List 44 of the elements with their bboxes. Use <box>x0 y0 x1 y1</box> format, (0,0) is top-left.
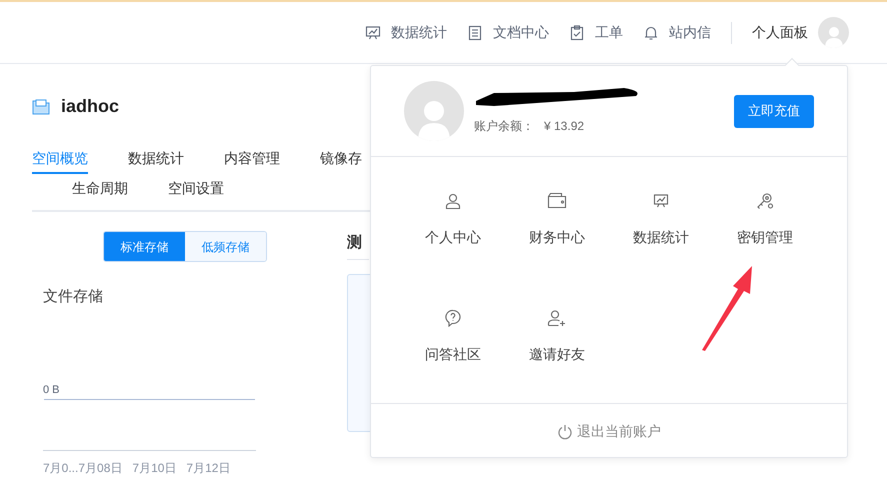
tab[interactable]: 空间概览 <box>32 144 88 174</box>
bucket-title: iadhoc <box>61 94 120 118</box>
nav-link[interactable]: 数据统计 <box>365 22 447 43</box>
user-menu[interactable]: 个人面板 <box>752 22 808 43</box>
axis-label: 7月08日 <box>78 460 122 476</box>
user-icon <box>444 192 462 210</box>
power-icon <box>557 424 573 440</box>
avatar-icon[interactable] <box>818 17 849 48</box>
axis-label: 7月12日 <box>186 460 230 476</box>
nav-link[interactable]: 站内信 <box>643 22 711 43</box>
axis-label: 0 B <box>43 382 60 398</box>
toggle-button[interactable]: 低频存储 <box>185 232 266 261</box>
chart-icon <box>365 24 381 40</box>
bell-icon <box>643 24 659 40</box>
nav-link[interactable]: 工单 <box>569 22 623 43</box>
balance-value: ¥ 13.92 <box>544 118 584 135</box>
recharge-button[interactable]: 立即充值 <box>734 94 814 128</box>
menu-item[interactable]: 问答社区 <box>401 308 505 388</box>
menu-item[interactable]: 财务中心 <box>505 191 609 271</box>
tab[interactable]: 内容管理 <box>224 144 280 174</box>
question-icon <box>444 309 462 327</box>
axis-label: 7月0... <box>43 460 78 476</box>
toggle-button[interactable]: 标准存储 <box>104 232 185 261</box>
tab[interactable]: 数据统计 <box>128 144 184 174</box>
axis-label: 7月10日 <box>132 460 176 476</box>
tab[interactable]: 生命周期 <box>72 174 128 204</box>
section-title: 文件存储 <box>43 287 104 307</box>
tab[interactable]: 空间设置 <box>168 174 224 204</box>
menu-item[interactable]: 个人中心 <box>401 191 505 271</box>
chart-icon <box>653 193 669 209</box>
menu-item[interactable]: 数据统计 <box>609 191 713 271</box>
balance-label: 账户余额： <box>474 118 534 135</box>
panel-title: 测 <box>347 232 369 260</box>
document-icon <box>467 24 483 40</box>
menu-item[interactable]: 邀请好友 <box>505 308 609 388</box>
logout-button[interactable]: 退出当前账户 <box>557 421 661 442</box>
clipboard-icon <box>569 24 585 40</box>
add-user-icon <box>547 309 567 327</box>
nav-link[interactable]: 文档中心 <box>467 22 549 43</box>
tab[interactable]: 镜像存 <box>320 144 362 174</box>
menu-item[interactable]: 密钥管理 <box>713 191 817 271</box>
folder-icon <box>32 97 50 115</box>
wallet-icon <box>547 192 567 210</box>
key-icon <box>756 192 774 210</box>
